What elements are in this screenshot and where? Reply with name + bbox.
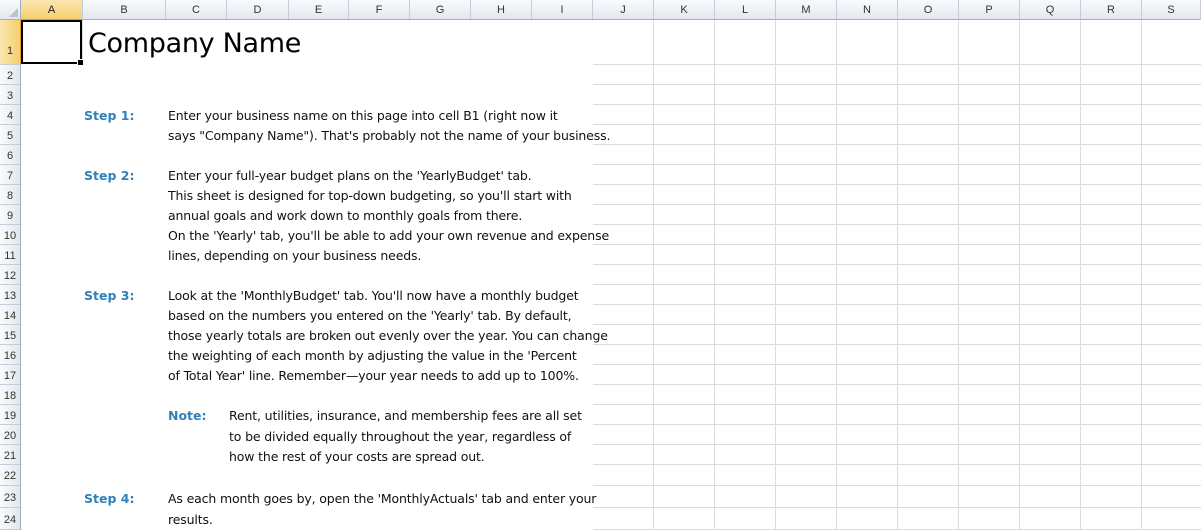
gridline: [836, 20, 837, 530]
step3-line1: Look at the 'MonthlyBudget' tab. You'll …: [168, 288, 579, 303]
row-header-13[interactable]: 13: [0, 285, 21, 305]
note-label: Note:: [168, 408, 207, 423]
gridline: [714, 20, 715, 530]
column-header-h[interactable]: H: [471, 0, 532, 20]
row-header-19[interactable]: 19: [0, 405, 21, 425]
column-header-g[interactable]: G: [410, 0, 471, 20]
row-header-22[interactable]: 22: [0, 465, 21, 486]
step2-line3: annual goals and work down to monthly go…: [168, 208, 523, 223]
step4-label: Step 4:: [84, 491, 135, 506]
gridline: [958, 20, 959, 530]
step3-line2: based on the numbers you entered on the …: [168, 308, 572, 323]
row-header-10[interactable]: 10: [0, 225, 21, 245]
company-name-title[interactable]: Company Name: [88, 28, 301, 59]
column-header-i[interactable]: I: [532, 0, 593, 20]
column-header-k[interactable]: K: [654, 0, 715, 20]
column-header-a[interactable]: A: [21, 0, 83, 20]
column-header-q[interactable]: Q: [1020, 0, 1081, 20]
step1-line1: Enter your business name on this page in…: [168, 108, 558, 123]
row-header-21[interactable]: 21: [0, 445, 21, 465]
row-header-16[interactable]: 16: [0, 345, 21, 365]
row-header-1[interactable]: 1: [0, 20, 21, 65]
step4-line1: As each month goes by, open the 'Monthly…: [168, 491, 597, 506]
row-header-2[interactable]: 2: [0, 65, 21, 85]
note-line1: Rent, utilities, insurance, and membersh…: [229, 408, 582, 423]
column-header-e[interactable]: E: [289, 0, 349, 20]
row-header-17[interactable]: 17: [0, 365, 21, 385]
gridline: [1080, 20, 1081, 530]
column-header-n[interactable]: N: [837, 0, 898, 20]
row-header-14[interactable]: 14: [0, 305, 21, 325]
step2-line5: lines, depending on your business needs.: [168, 248, 422, 263]
column-header-s[interactable]: S: [1142, 0, 1201, 20]
gridline: [1019, 20, 1020, 530]
step2-line4: On the 'Yearly' tab, you'll be able to a…: [168, 228, 609, 243]
column-header-j[interactable]: J: [593, 0, 654, 20]
gridline: [775, 20, 776, 530]
step3-label: Step 3:: [84, 288, 135, 303]
note-line3: how the rest of your costs are spread ou…: [229, 449, 485, 464]
step1-line2: says "Company Name"). That's probably no…: [168, 128, 611, 143]
column-header-b[interactable]: B: [83, 0, 166, 20]
column-header-c[interactable]: C: [166, 0, 227, 20]
row-header-5[interactable]: 5: [0, 125, 21, 145]
row-header-11[interactable]: 11: [0, 245, 21, 265]
column-header-r[interactable]: R: [1081, 0, 1142, 20]
step1-label: Step 1:: [84, 108, 135, 123]
column-header-f[interactable]: F: [349, 0, 410, 20]
spreadsheet: A B C D E F G H I J K L M N O P Q R S 1 …: [0, 0, 1201, 530]
step2-line1: Enter your full-year budget plans on the…: [168, 168, 532, 183]
gridline: [1141, 20, 1142, 530]
gridline: [897, 20, 898, 530]
column-header-p[interactable]: P: [959, 0, 1020, 20]
column-header-m[interactable]: M: [776, 0, 837, 20]
column-header-o[interactable]: O: [898, 0, 959, 20]
step3-line4: the weighting of each month by adjusting…: [168, 348, 577, 363]
column-header-d[interactable]: D: [227, 0, 289, 20]
column-header-l[interactable]: L: [715, 0, 776, 20]
row-header-6[interactable]: 6: [0, 145, 21, 165]
step2-line2: This sheet is designed for top-down budg…: [168, 188, 572, 203]
row-header-4[interactable]: 4: [0, 105, 21, 125]
step3-line3: those yearly totals are broken out evenl…: [168, 328, 608, 343]
row-header-9[interactable]: 9: [0, 205, 21, 225]
row-header-3[interactable]: 3: [0, 85, 21, 105]
note-line2: to be divided equally throughout the yea…: [229, 429, 572, 444]
gridline: [653, 20, 654, 530]
row-header-24[interactable]: 24: [0, 508, 21, 530]
row-header-23[interactable]: 23: [0, 486, 21, 508]
row-header-7[interactable]: 7: [0, 165, 21, 185]
row-header-18[interactable]: 18: [0, 385, 21, 405]
row-header-15[interactable]: 15: [0, 325, 21, 345]
row-header-12[interactable]: 12: [0, 265, 21, 285]
select-all-corner[interactable]: [0, 0, 21, 20]
active-cell-a1[interactable]: [21, 20, 84, 66]
step3-line5: of Total Year' line. Remember—your year …: [168, 368, 579, 383]
row-header-8[interactable]: 8: [0, 185, 21, 205]
row-header-20[interactable]: 20: [0, 425, 21, 445]
step4-line2: results.: [168, 512, 213, 527]
step2-label: Step 2:: [84, 168, 135, 183]
